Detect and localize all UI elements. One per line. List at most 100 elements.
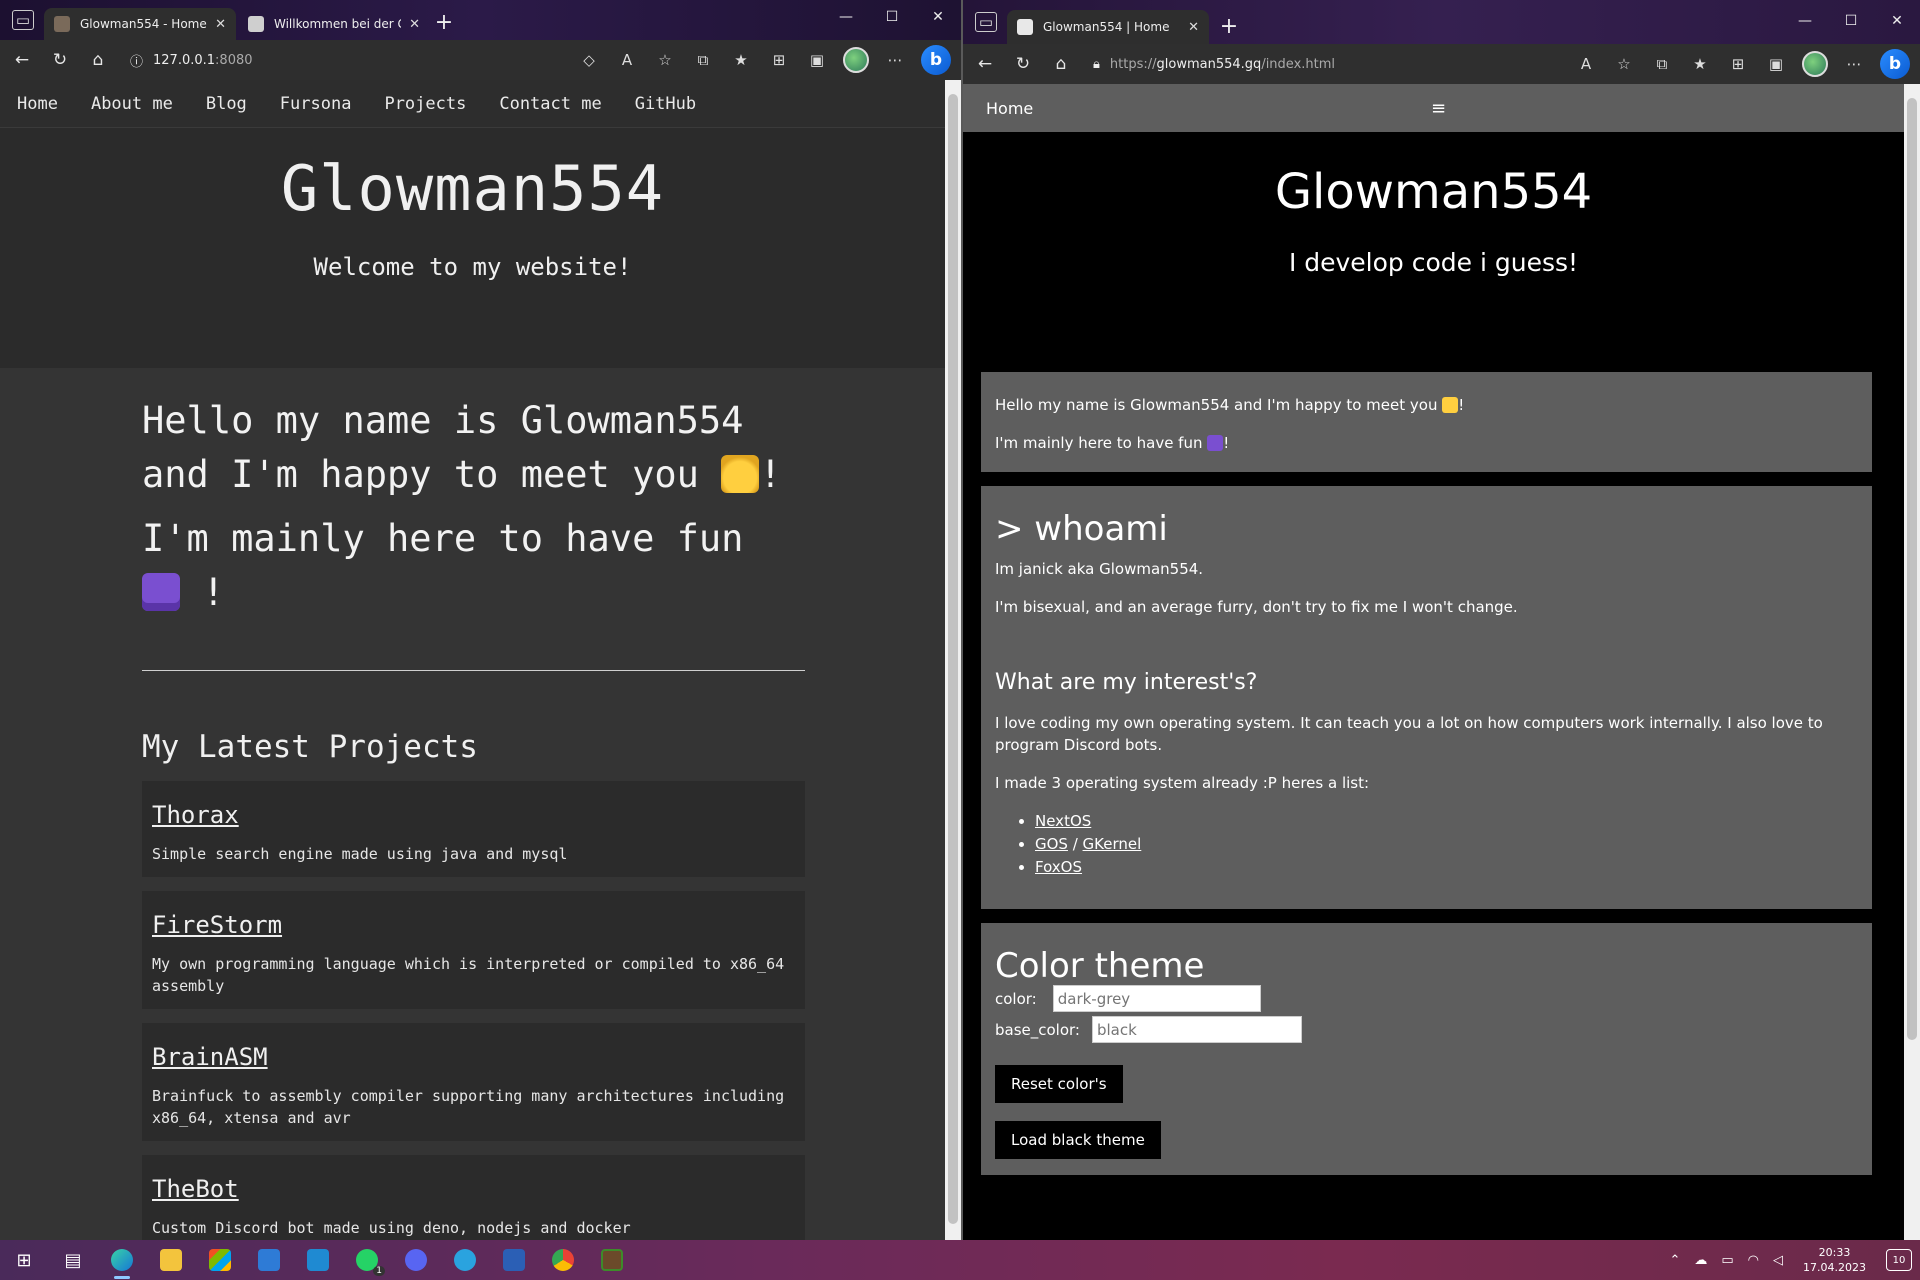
battery-icon[interactable]: ▭ [1721, 1253, 1733, 1268]
nav-github-link[interactable]: GitHub [635, 94, 696, 114]
close-tab-icon[interactable]: ✕ [1188, 20, 1199, 35]
read-aloud-icon[interactable]: A [615, 48, 639, 72]
project-link[interactable]: BrainASM [152, 1043, 268, 1071]
reset-colors-button[interactable]: Reset color's [995, 1065, 1123, 1103]
tab-google[interactable]: Willkommen bei der Google Sea ✕ [238, 8, 430, 40]
projects-heading: My Latest Projects [142, 729, 478, 765]
discord-icon[interactable] [396, 1240, 436, 1280]
chrome-icon[interactable] [543, 1240, 583, 1280]
add-favorite-icon[interactable]: ☆ [1612, 52, 1636, 76]
color-input[interactable] [1052, 985, 1261, 1012]
refresh-icon[interactable]: ↻ [48, 48, 72, 72]
bing-chat-icon[interactable]: b [921, 45, 951, 75]
left-scrollbar[interactable] [945, 80, 961, 1240]
collections-icon[interactable]: ⊞ [1726, 52, 1750, 76]
site-subtitle: I develop code i guess! [1288, 248, 1579, 277]
clock[interactable]: 20:33 17.04.2023 [1803, 1245, 1866, 1275]
profile-avatar[interactable] [1802, 51, 1828, 77]
start-windows-icon[interactable]: ⊞ [4, 1240, 44, 1280]
nav-home-link[interactable]: Home [986, 99, 1033, 118]
close-tab-icon[interactable]: ✕ [215, 17, 226, 32]
web-capture-icon[interactable]: ▣ [1764, 52, 1788, 76]
favorites-icon[interactable]: ★ [1688, 52, 1712, 76]
minimize-icon[interactable]: — [1782, 8, 1828, 34]
nav-projects-link[interactable]: Projects [384, 94, 466, 114]
project-link[interactable]: TheBot [152, 1175, 239, 1203]
project-card: TheBot Custom Discord bot made using den… [142, 1155, 805, 1240]
foxos-link[interactable]: FoxOS [1035, 858, 1082, 876]
task-view-icon[interactable]: ▤ [53, 1240, 93, 1280]
project-link[interactable]: FireStorm [152, 911, 282, 939]
address-bar[interactable]: ⓘ 127.0.0.1:8080 [124, 45, 563, 75]
minecraft-icon[interactable] [592, 1240, 632, 1280]
chevron-up-icon[interactable]: ⌃ [1669, 1253, 1680, 1268]
edge-browser-icon[interactable] [102, 1240, 142, 1280]
list-item: FoxOS [1035, 856, 1858, 879]
nav-home-link[interactable]: Home [17, 94, 58, 114]
tab-actions-icon[interactable]: ▭ [12, 10, 34, 30]
color-label: color: [995, 989, 1037, 1008]
right-scrollbar[interactable] [1904, 84, 1920, 1240]
nav-blog-link[interactable]: Blog [206, 94, 247, 114]
web-capture-icon[interactable]: ▣ [805, 48, 829, 72]
close-window-icon[interactable]: ✕ [915, 4, 961, 30]
telegram-icon[interactable] [445, 1240, 485, 1280]
extensions-icon[interactable]: ⧉ [691, 48, 715, 72]
nav-fursona-link[interactable]: Fursona [280, 94, 352, 114]
volume-icon[interactable]: ◁ [1773, 1253, 1783, 1268]
close-tab-icon[interactable]: ✕ [409, 17, 420, 32]
tab-glowman-home[interactable]: Glowman554 - Home ✕ [44, 8, 236, 40]
separator: / [1067, 835, 1083, 853]
vscode-icon[interactable] [298, 1240, 338, 1280]
wifi-icon[interactable]: ◠ [1748, 1253, 1759, 1268]
read-aloud-icon[interactable]: A [1574, 52, 1598, 76]
project-link[interactable]: Thorax [152, 801, 239, 829]
address-bar[interactable]: 🔒︎ https://glowman554.gq/index.html [1087, 49, 1560, 79]
extensions-icon[interactable]: ⧉ [1650, 52, 1674, 76]
tracking-prevention-icon[interactable]: ◇ [577, 48, 601, 72]
load-black-theme-button[interactable]: Load black theme [995, 1121, 1161, 1159]
microsoft-store-icon[interactable] [200, 1240, 240, 1280]
site-favicon-icon [1017, 19, 1033, 35]
file-explorer-icon[interactable] [151, 1240, 191, 1280]
nextos-link[interactable]: NextOS [1035, 812, 1091, 830]
minimize-icon[interactable]: — [823, 4, 869, 30]
word-icon[interactable] [494, 1240, 534, 1280]
tab-title: Willkommen bei der Google Sea [274, 17, 401, 31]
tab-actions-icon[interactable]: ▭ [975, 12, 997, 32]
maximize-icon[interactable]: ☐ [869, 4, 915, 30]
favorites-icon[interactable]: ★ [729, 48, 753, 72]
hamburger-menu-icon[interactable]: ≡ [1431, 98, 1446, 119]
whatsapp-icon[interactable]: 1 [347, 1240, 387, 1280]
nav-contact-link[interactable]: Contact me [499, 94, 601, 114]
maximize-icon[interactable]: ☐ [1828, 8, 1874, 34]
back-icon[interactable]: ← [973, 52, 997, 76]
add-favorite-icon[interactable]: ☆ [653, 48, 677, 72]
mail-icon[interactable] [249, 1240, 289, 1280]
gos-link[interactable]: GOS [1035, 835, 1068, 853]
base-color-input[interactable] [1091, 1016, 1302, 1043]
new-tab-button[interactable]: + [432, 10, 456, 35]
intro-section: Hello my name is Glowman554 and I'm happ… [978, 372, 1872, 472]
more-menu-icon[interactable]: ⋯ [1842, 52, 1866, 76]
refresh-icon[interactable]: ↻ [1011, 52, 1035, 76]
back-icon[interactable]: ← [10, 48, 34, 72]
bing-chat-icon[interactable]: b [1880, 49, 1910, 79]
profile-avatar[interactable] [843, 47, 869, 73]
close-window-icon[interactable]: ✕ [1874, 8, 1920, 34]
notification-center-icon[interactable]: 10 [1886, 1249, 1912, 1271]
nav-about-link[interactable]: About me [91, 94, 173, 114]
info-icon[interactable]: ⓘ [130, 51, 143, 70]
gkernel-link[interactable]: GKernel [1083, 835, 1142, 853]
list-item: GOS / GKernel [1035, 833, 1858, 856]
right-browser-window: ▭ Glowman554 | Home ✕ + — ☐ ✕ ← ↻ ⌂ 🔒︎ h… [961, 0, 1920, 1240]
home-icon[interactable]: ⌂ [86, 48, 110, 72]
onedrive-icon[interactable]: ☁ [1694, 1253, 1707, 1268]
tab-glowman-home[interactable]: Glowman554 | Home ✕ [1007, 10, 1209, 44]
collections-icon[interactable]: ⊞ [767, 48, 791, 72]
home-icon[interactable]: ⌂ [1049, 52, 1073, 76]
scrollbar-thumb[interactable] [948, 94, 958, 1224]
new-tab-button[interactable]: + [1217, 14, 1241, 39]
scrollbar-thumb[interactable] [1907, 98, 1917, 1040]
more-menu-icon[interactable]: ⋯ [883, 48, 907, 72]
